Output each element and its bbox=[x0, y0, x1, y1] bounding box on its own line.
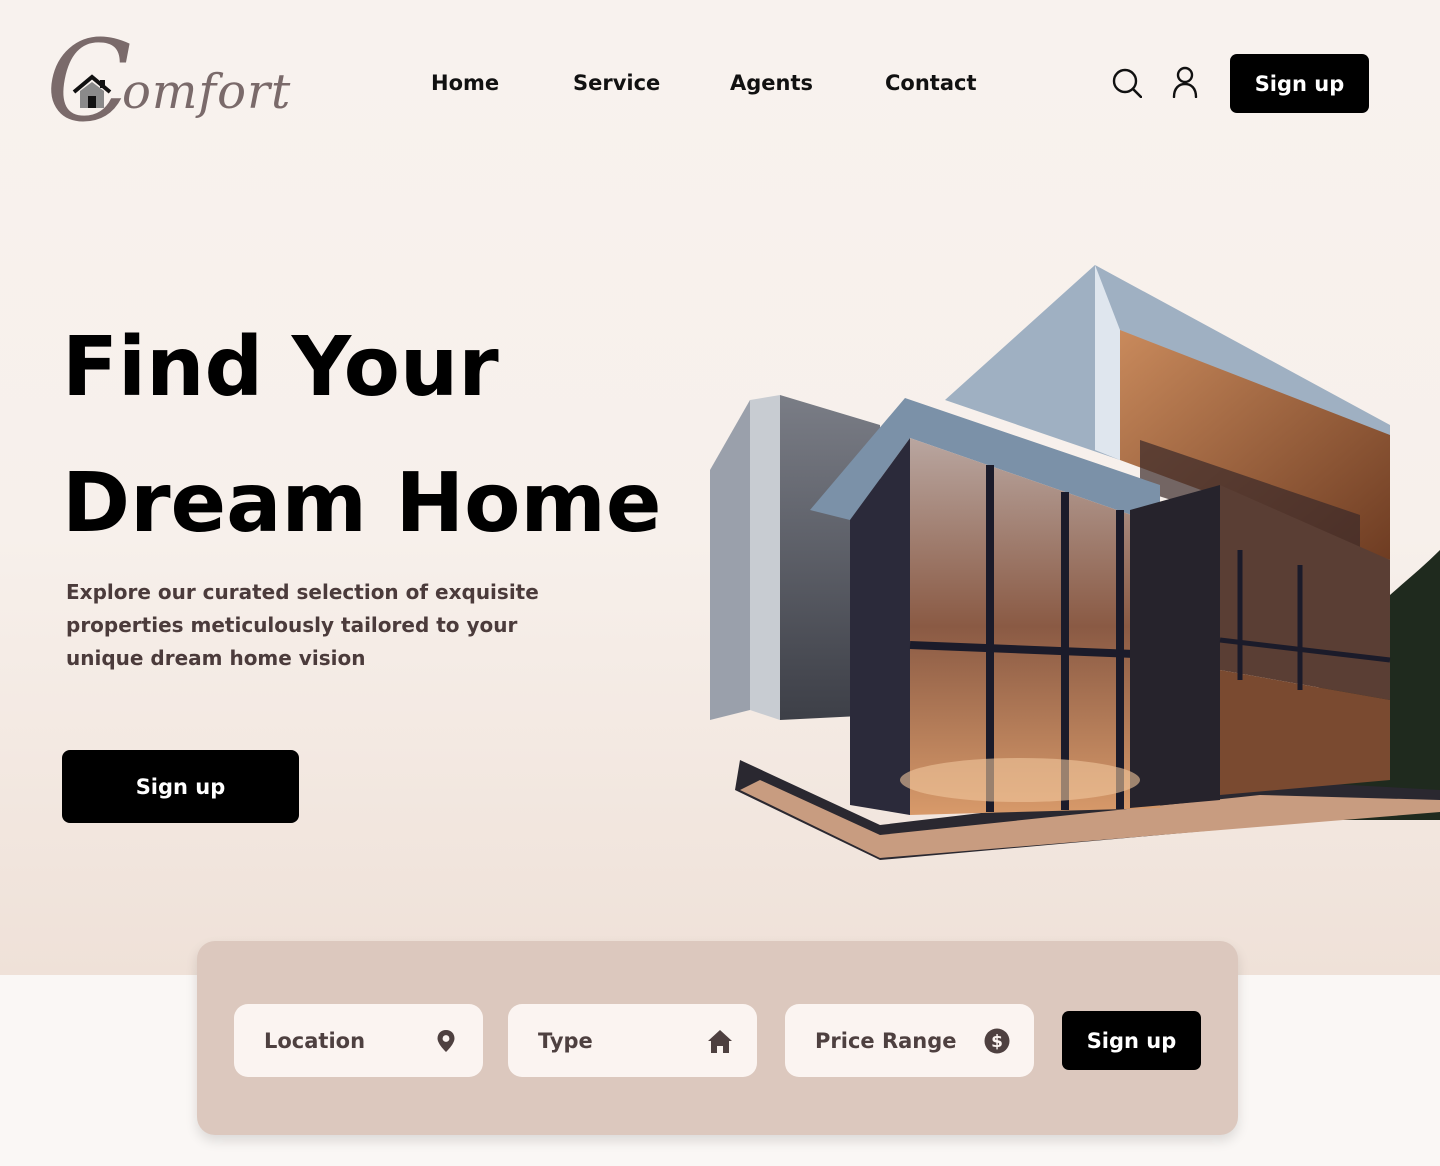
nav-item-home[interactable]: Home bbox=[431, 66, 499, 100]
nav-item-agents[interactable]: Agents bbox=[730, 66, 813, 100]
search-panel: Location Type Price Range $ Sign up bbox=[197, 941, 1238, 1135]
user-icon[interactable] bbox=[1171, 66, 1199, 98]
nav-item-contact[interactable]: Contact bbox=[885, 66, 977, 100]
map-pin-icon bbox=[437, 1029, 455, 1052]
hero-title-line2: Dream Home bbox=[62, 456, 662, 551]
house-image bbox=[710, 265, 1440, 860]
location-field[interactable]: Location bbox=[234, 1004, 483, 1077]
logo-house-icon bbox=[72, 74, 112, 108]
hero-title-line1: Find Your bbox=[62, 320, 499, 415]
search-icon[interactable] bbox=[1112, 68, 1142, 98]
dollar-icon: $ bbox=[984, 1028, 1010, 1053]
logo[interactable]: C omfort bbox=[46, 26, 306, 144]
type-field[interactable]: Type bbox=[508, 1004, 757, 1077]
hero-description: Explore our curated selection of exquisi… bbox=[66, 580, 539, 670]
header-signup-button[interactable]: Sign up bbox=[1230, 54, 1369, 113]
logo-text: omfort bbox=[122, 64, 292, 120]
svg-text:$: $ bbox=[991, 1032, 1003, 1052]
type-label: Type bbox=[538, 1028, 593, 1053]
location-label: Location bbox=[264, 1028, 366, 1053]
hero-signup-button[interactable]: Sign up bbox=[62, 750, 299, 823]
search-signup-button[interactable]: Sign up bbox=[1062, 1011, 1201, 1070]
price-range-field[interactable]: Price Range $ bbox=[785, 1004, 1034, 1077]
price-range-label: Price Range bbox=[815, 1028, 957, 1053]
home-icon bbox=[708, 1029, 732, 1053]
hero-title: Find Your Dream Home bbox=[62, 300, 702, 572]
nav-item-service[interactable]: Service bbox=[573, 66, 660, 100]
